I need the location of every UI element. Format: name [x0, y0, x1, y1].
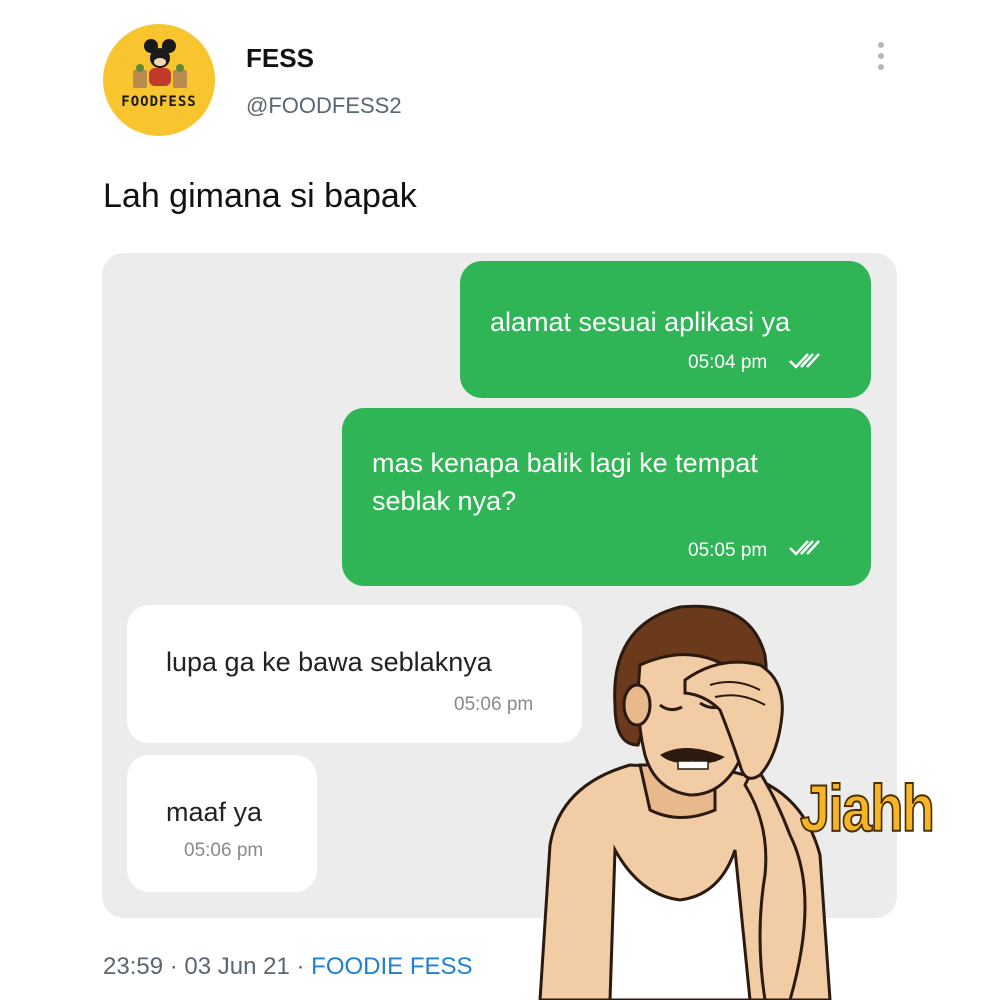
meta-separator: ·: [296, 953, 305, 980]
tweet-date: 03 Jun 21: [184, 953, 290, 980]
user-handle[interactable]: @FOODFESS2: [246, 93, 402, 119]
more-options-icon[interactable]: [872, 42, 890, 74]
mascot-icon: [133, 39, 187, 88]
chat-bubble-outgoing: alamat sesuai aplikasi ya 05:04 pm: [460, 261, 871, 398]
chat-bubble-incoming: maaf ya 05:06 pm: [127, 755, 317, 892]
avatar-logo-text: FOODFESS: [121, 94, 197, 110]
message-text: lupa ga ke bawa seblaknya: [166, 647, 492, 677]
message-time: 05:06 pm: [184, 840, 264, 861]
meta-separator: ·: [169, 953, 178, 980]
double-check-icon: [789, 353, 820, 369]
chat-bubble-outgoing: mas kenapa balik lagi ke tempat seblak n…: [342, 408, 871, 586]
message-time: 05:04 pm: [688, 352, 768, 373]
message-text: mas kenapa balik lagi ke tempat seblak n…: [372, 448, 758, 516]
tweet-source-link[interactable]: FOODIE FESS: [311, 953, 472, 980]
avatar[interactable]: FOODFESS: [103, 24, 215, 136]
display-name[interactable]: FESS: [246, 43, 314, 74]
chat-bubble-incoming: lupa ga ke bawa seblaknya 05:06 pm: [127, 605, 582, 743]
message-text: alamat sesuai aplikasi ya: [490, 307, 791, 337]
tweet-meta: 23:59 · 03 Jun 21 · FOODIE FESS: [103, 953, 473, 981]
message-text: maaf ya: [166, 797, 263, 827]
tweet-time: 23:59: [103, 953, 164, 980]
tweet-text: Lah gimana si bapak: [103, 177, 417, 215]
message-time: 05:05 pm: [688, 540, 768, 561]
sticker-caption: Jiahh: [799, 770, 935, 846]
double-check-icon: [789, 540, 820, 556]
